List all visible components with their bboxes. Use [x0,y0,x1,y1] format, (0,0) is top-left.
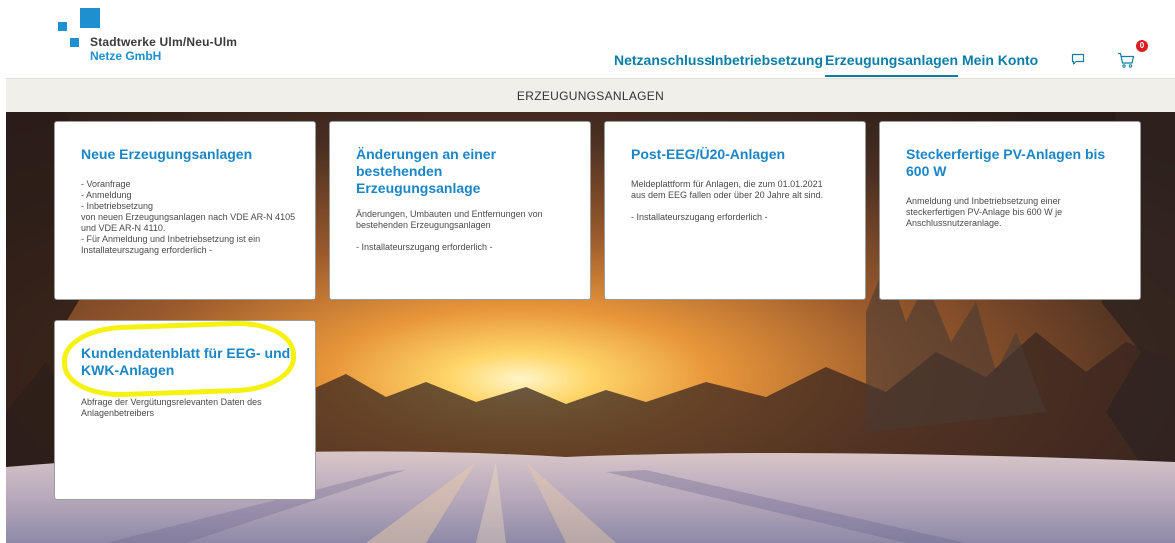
card-line: - Installateurszugang erforderlich - [631,212,768,222]
logo-square-bullet [70,38,79,47]
card-title[interactable]: Kundendatenblatt für EEG- und KWK-Anlage… [81,345,296,379]
cart-count-badge: 0 [1136,40,1148,52]
logo-company-name: Stadtwerke Ulm/Neu-Ulm [90,35,238,49]
card-neue-erzeugungsanlagen[interactable]: Neue Erzeugungsanlagen - Voranfrage - An… [54,121,316,300]
card-line: von neuen Erzeugungsanlagen nach VDE AR-… [81,212,296,222]
logo-square-large [80,8,100,28]
chat-bubble-icon[interactable] [1071,52,1085,66]
company-logo[interactable]: Stadtwerke Ulm/Neu-Ulm Netze GmbH [58,8,258,68]
card-description: Änderungen, Umbauten und Entfernungen vo… [356,209,564,253]
card-description: Meldeplattform für Anlagen, die zum 01.0… [631,179,839,223]
card-post-eeg-ue20-anlagen[interactable]: Post-EEG/Ü20-Anlagen Meldeplattform für … [604,121,866,300]
card-spacer [631,201,839,212]
nav-inbetriebsetzung[interactable]: Inbetriebsetzung [711,52,823,68]
nav-erzeugungsanlagen[interactable]: Erzeugungsanlagen [825,52,959,77]
card-line: Meldeplattform für Anlagen, die zum 01.0… [631,179,823,189]
card-line: Anschlussnutzeranlage. [906,218,1002,228]
card-line: Anmeldung und Inbetriebsetzung einer [906,196,1061,206]
card-line: Installateurszugang erforderlich - [81,245,213,255]
card-line: - Installateurszugang erforderlich - [356,242,493,252]
card-line: Änderungen, Umbauten und Entfernungen vo… [356,209,543,219]
card-line: Anlagenbetreibers [81,408,155,418]
card-line: und VDE AR-N 4110. [81,223,166,233]
card-description: Anmeldung und Inbetriebsetzung einer ste… [906,196,1114,229]
card-title[interactable]: Neue Erzeugungsanlagen [81,146,289,163]
card-title[interactable]: Änderungen an einer bestehenden Erzeugun… [356,146,564,197]
card-line: - Voranfrage [81,179,131,189]
logo-square-small [58,22,67,31]
card-steckerfertige-pv-anlagen[interactable]: Steckerfertige PV-Anlagen bis 600 W Anme… [879,121,1141,300]
card-line: bestehenden Erzeugungsanlagen [356,220,491,230]
card-title[interactable]: Post-EEG/Ü20-Anlagen [631,146,839,163]
card-title[interactable]: Steckerfertige PV-Anlagen bis 600 W [906,146,1114,180]
card-description: Abfrage der Vergütungsrelevanten Daten d… [81,397,289,419]
card-line: Abfrage der Vergütungsrelevanten Daten d… [81,397,262,407]
nav-netzanschluss[interactable]: Netzanschluss [614,52,712,68]
card-kundendatenblatt-eeg-kwk[interactable]: Kundendatenblatt für EEG- und KWK-Anlage… [54,320,316,500]
card-aenderungen-bestehende-anlage[interactable]: Änderungen an einer bestehenden Erzeugun… [329,121,591,300]
card-line: - Anmeldung [81,190,132,200]
logo-division-name: Netze GmbH [90,49,162,63]
card-spacer [356,231,564,242]
nav-mein-konto[interactable]: Mein Konto [962,52,1038,68]
cart-icon[interactable] [1117,52,1135,68]
card-description: - Voranfrage - Anmeldung - Inbetriebsetz… [81,179,296,256]
site-header: Stadtwerke Ulm/Neu-Ulm Netze GmbH Netzan… [0,0,1175,78]
card-line: steckerfertigen PV-Anlage bis 600 W je [906,207,1063,217]
card-line: aus dem EEG fallen oder über 20 Jahre al… [631,190,824,200]
section-title-bar: ERZEUGUNGSANLAGEN [6,78,1175,112]
card-line: - Inbetriebsetzung [81,201,154,211]
card-line: - Für Anmeldung und Inbetriebsetzung ist… [81,234,261,244]
